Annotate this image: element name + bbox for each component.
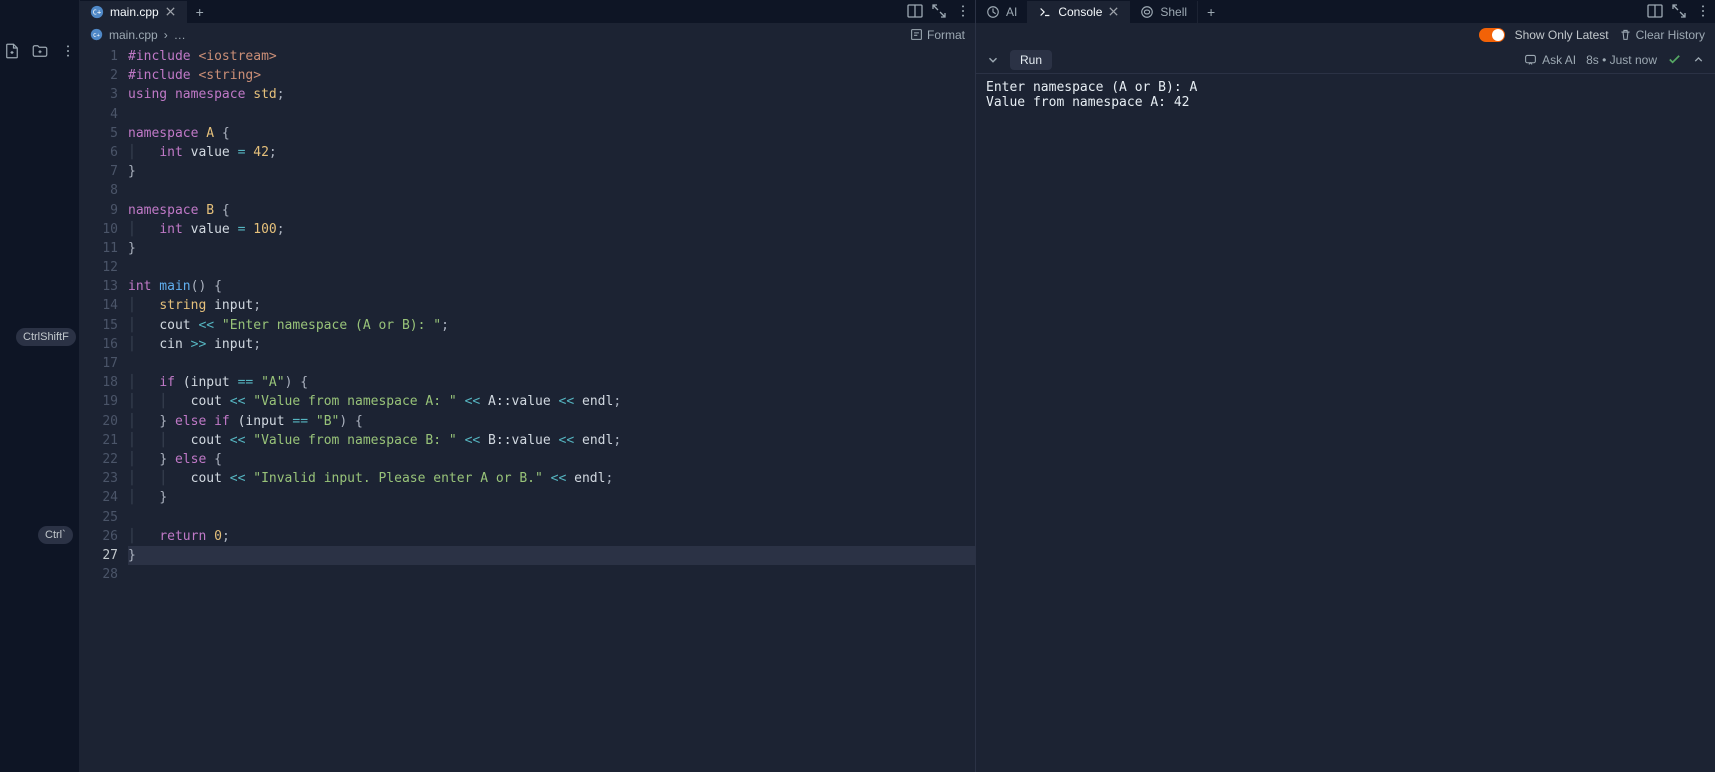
breadcrumb-more[interactable]: … bbox=[174, 28, 186, 42]
clear-history-button[interactable]: Clear History bbox=[1619, 28, 1705, 42]
cpp-file-icon: C+ bbox=[90, 28, 103, 41]
scroll-top-icon[interactable] bbox=[1692, 53, 1705, 66]
add-tab-button[interactable]: + bbox=[187, 1, 213, 23]
editor-tabbar: C+ main.cpp + bbox=[80, 0, 975, 24]
format-button[interactable]: Format bbox=[910, 28, 965, 42]
tab-main-cpp[interactable]: C+ main.cpp bbox=[80, 1, 187, 23]
tab-shell[interactable]: Shell bbox=[1130, 1, 1198, 23]
console-toolbar: Show Only Latest Clear History bbox=[976, 24, 1715, 46]
run-button[interactable]: Run bbox=[1010, 50, 1052, 70]
close-icon[interactable] bbox=[165, 6, 176, 17]
shortcut-find-badge: CtrlShiftF bbox=[16, 328, 76, 346]
show-only-latest-label: Show Only Latest bbox=[1515, 28, 1609, 42]
run-bar: Run Ask AI 8s • Just now bbox=[976, 46, 1715, 74]
kebab-menu-icon[interactable] bbox=[955, 3, 971, 19]
activity-bar: CtrlShiftF Ctrl` bbox=[0, 0, 80, 772]
svg-text:C+: C+ bbox=[93, 33, 100, 39]
new-file-icon[interactable] bbox=[1, 40, 23, 62]
kebab-menu-icon[interactable] bbox=[1695, 3, 1711, 19]
breadcrumb-filename[interactable]: main.cpp bbox=[109, 28, 158, 42]
line-gutter: 1234567891011121314151617181920212223242… bbox=[80, 46, 128, 772]
svg-text:C+: C+ bbox=[93, 8, 101, 16]
close-icon[interactable] bbox=[1108, 6, 1119, 17]
tab-console[interactable]: Console bbox=[1028, 1, 1130, 23]
cpp-file-icon: C+ bbox=[90, 5, 104, 19]
shortcut-terminal-badge: Ctrl` bbox=[38, 526, 73, 544]
right-pane: AI Console Shell + bbox=[975, 0, 1715, 772]
code-editor[interactable]: 1234567891011121314151617181920212223242… bbox=[80, 46, 975, 772]
add-tab-button[interactable]: + bbox=[1198, 1, 1224, 23]
breadcrumb: C+ main.cpp › … Format bbox=[80, 24, 975, 46]
ai-icon bbox=[986, 5, 1000, 19]
new-folder-icon[interactable] bbox=[29, 40, 51, 62]
check-icon[interactable] bbox=[1667, 52, 1682, 67]
split-editor-icon[interactable] bbox=[1647, 3, 1663, 19]
tab-label: main.cpp bbox=[110, 5, 159, 19]
split-editor-icon[interactable] bbox=[907, 3, 923, 19]
shell-icon bbox=[1140, 5, 1154, 19]
ask-ai-button[interactable]: Ask AI bbox=[1524, 53, 1576, 67]
chevron-down-icon[interactable] bbox=[986, 53, 1000, 67]
console-icon bbox=[1038, 5, 1052, 19]
run-timestamp: 8s • Just now bbox=[1586, 53, 1657, 67]
kebab-menu-icon[interactable] bbox=[57, 40, 79, 62]
expand-icon[interactable] bbox=[931, 3, 947, 19]
tab-ai[interactable]: AI bbox=[976, 1, 1028, 23]
show-only-latest-toggle[interactable] bbox=[1479, 28, 1505, 42]
code-body[interactable]: #include <iostream> #include <string> us… bbox=[128, 46, 975, 772]
expand-icon[interactable] bbox=[1671, 3, 1687, 19]
editor-pane: C+ main.cpp + C+ main.cpp › bbox=[80, 0, 975, 772]
console-output[interactable]: Enter namespace (A or B): A Value from n… bbox=[976, 74, 1715, 772]
right-tabbar: AI Console Shell + bbox=[976, 0, 1715, 24]
